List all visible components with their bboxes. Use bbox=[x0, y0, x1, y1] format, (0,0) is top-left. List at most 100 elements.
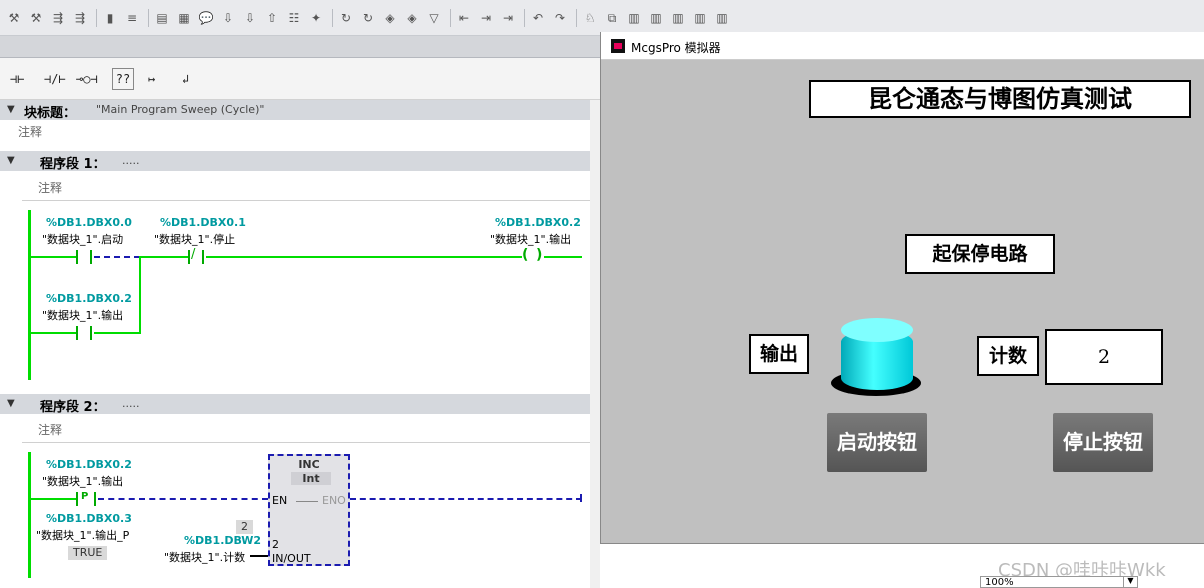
wire bbox=[140, 256, 188, 258]
monitor-icon[interactable]: ⇩ bbox=[242, 10, 258, 26]
network-2-diagram[interactable]: %DB1.DBX0.2 "数据块_1".输出 P %DB1.DBX0.3 "数据… bbox=[22, 452, 592, 578]
en-eno-line bbox=[296, 501, 318, 502]
wire bbox=[98, 498, 268, 500]
inc-function-box[interactable]: INC Int EN ENO 2 IN/OUT bbox=[268, 454, 350, 566]
network-1-comment[interactable]: 注释 bbox=[38, 179, 62, 196]
block-icon[interactable]: ▤ bbox=[154, 10, 170, 26]
power-rail bbox=[28, 210, 31, 380]
toolbar-separator bbox=[524, 9, 525, 27]
edit-icon[interactable]: ♘ bbox=[582, 10, 598, 26]
network-2-header[interactable]: ▼ 程序段 2： ..... bbox=[0, 394, 600, 415]
en-pin: EN bbox=[272, 494, 288, 507]
fb-name: INC bbox=[298, 458, 320, 471]
connect-online-icon[interactable]: ⇥ bbox=[500, 10, 516, 26]
collapse-icon[interactable]: ▼ bbox=[7, 155, 15, 166]
divider bbox=[22, 200, 590, 201]
stop-contact[interactable]: / bbox=[188, 247, 204, 264]
zoom-select[interactable]: 100% ▼ bbox=[980, 576, 1138, 588]
coil-address: %DB1.DBX0.2 bbox=[495, 216, 581, 229]
block-comment[interactable]: 注释 bbox=[18, 123, 42, 140]
user-icon[interactable]: ▥ bbox=[670, 10, 686, 26]
run-icon[interactable]: ▽ bbox=[426, 10, 442, 26]
simulator-titlebar[interactable]: McgsPro 模拟器 bbox=[601, 32, 1204, 60]
go-online-icon[interactable]: ≡ bbox=[124, 10, 140, 26]
toolbar-separator bbox=[96, 9, 97, 27]
disconnect-icon[interactable]: ↶ bbox=[530, 10, 546, 26]
refresh-icon[interactable]: ⇤ bbox=[456, 10, 472, 26]
close-branch-button[interactable]: ↲ bbox=[178, 68, 193, 90]
db-icon[interactable]: ▥ bbox=[714, 10, 730, 26]
scrollbar[interactable] bbox=[590, 100, 600, 588]
contact-3-tag: "数据块_1".输出 bbox=[42, 309, 124, 322]
block-title-bar[interactable]: ▼ 块标题： "Main Program Sweep (Cycle)" bbox=[0, 100, 600, 121]
collapse-icon[interactable]: ▼ bbox=[7, 398, 15, 409]
toolbar-separator bbox=[332, 9, 333, 27]
network-1-dots: ..... bbox=[122, 154, 140, 167]
output-label: 输出 bbox=[749, 334, 809, 374]
network-2-comment[interactable]: 注释 bbox=[38, 421, 62, 438]
upload-icon[interactable]: ☷ bbox=[286, 10, 302, 26]
wire bbox=[544, 256, 582, 258]
toolbar-separator bbox=[450, 9, 451, 27]
network-2-dots: ..... bbox=[122, 397, 140, 410]
connect-icon[interactable]: ▮ bbox=[102, 10, 118, 26]
breakpoint-icon[interactable]: ◈ bbox=[382, 10, 398, 26]
jump-icon[interactable]: ↷ bbox=[552, 10, 568, 26]
output-contact[interactable] bbox=[76, 326, 92, 340]
list-icon[interactable]: 💬 bbox=[198, 10, 214, 26]
hmi-heading: 昆仑通态与博图仿真测试 bbox=[809, 80, 1191, 118]
insert-row-icon[interactable]: ⇶ bbox=[72, 10, 88, 26]
fb-type[interactable]: Int bbox=[291, 472, 331, 485]
insert-icon[interactable]: ⇶ bbox=[50, 10, 66, 26]
simulate-icon[interactable]: ▥ bbox=[692, 10, 708, 26]
config-icon[interactable]: ⇥ bbox=[478, 10, 494, 26]
open-branch-button[interactable]: ↦ bbox=[144, 68, 159, 90]
wire bbox=[206, 256, 522, 258]
no-contact-button[interactable]: ⊣⊢ bbox=[6, 68, 28, 90]
block-title-label: 块标题： bbox=[24, 106, 77, 121]
divider bbox=[22, 442, 590, 443]
wire bbox=[30, 332, 76, 334]
call-icon[interactable]: ▥ bbox=[626, 10, 642, 26]
favorites-icon[interactable]: ↻ bbox=[360, 10, 376, 26]
chevron-down-icon[interactable]: ▼ bbox=[1123, 576, 1137, 588]
output-coil[interactable]: () bbox=[522, 247, 544, 264]
inout-pin: IN/OUT bbox=[272, 552, 311, 565]
interface-icon[interactable]: ▦ bbox=[176, 10, 192, 26]
nc-contact-button[interactable]: ⊣/⊢ bbox=[40, 68, 70, 90]
ladder-toolbar: ⊣⊢ ⊣/⊢ ⊸○⊣ ?? ↦ ↲ bbox=[0, 58, 600, 100]
coil-button[interactable]: ⊸○⊣ bbox=[72, 68, 102, 90]
start-button[interactable]: 启动按钮 bbox=[827, 413, 927, 472]
network-1-header[interactable]: ▼ 程序段 1： ..... bbox=[0, 151, 600, 172]
edge-memory-value: TRUE bbox=[68, 546, 108, 560]
compile-icon[interactable]: ✦ bbox=[308, 10, 324, 26]
hmi-subtitle: 起保停电路 bbox=[905, 234, 1055, 274]
collapse-icon[interactable]: ▼ bbox=[7, 104, 15, 115]
stop-button[interactable]: 停止按钮 bbox=[1053, 413, 1153, 472]
empty-box-button[interactable]: ?? bbox=[112, 68, 134, 90]
wire bbox=[94, 332, 140, 334]
edge-memory-tag: "数据块_1".输出_P bbox=[36, 529, 130, 542]
step-icon[interactable]: ◈ bbox=[404, 10, 420, 26]
watch-icon[interactable]: ↻ bbox=[338, 10, 354, 26]
simulator-window: McgsPro 模拟器 昆仑通态与博图仿真测试 起保停电路 输出 计数 2 启动… bbox=[600, 32, 1204, 544]
delete-network-icon[interactable]: ⚒ bbox=[28, 10, 44, 26]
wire bbox=[350, 498, 582, 500]
inout-value-outer: 2 bbox=[236, 520, 253, 534]
network-2-title: 程序段 2： bbox=[40, 400, 106, 415]
comment-icon[interactable]: ⇩ bbox=[220, 10, 236, 26]
p-edge-contact[interactable]: P bbox=[76, 491, 96, 506]
count-label: 计数 bbox=[977, 336, 1039, 376]
return-icon[interactable]: ▥ bbox=[648, 10, 664, 26]
nav-icon[interactable]: ⧉ bbox=[604, 10, 620, 26]
inout-address: %DB1.DBW2 bbox=[184, 534, 262, 547]
download-icon[interactable]: ⇧ bbox=[264, 10, 280, 26]
contact-2-address: %DB1.DBX0.1 bbox=[160, 216, 246, 229]
network-1-diagram[interactable]: %DB1.DBX0.0 "数据块_1".启动 %DB1.DBX0.1 "数据块_… bbox=[22, 210, 592, 382]
wire bbox=[94, 256, 140, 258]
coil-tag: "数据块_1".输出 bbox=[490, 233, 572, 246]
block-title-value: "Main Program Sweep (Cycle)" bbox=[96, 103, 265, 116]
network-icon[interactable]: ⚒ bbox=[6, 10, 22, 26]
start-contact[interactable] bbox=[76, 250, 92, 264]
wire bbox=[30, 256, 76, 258]
